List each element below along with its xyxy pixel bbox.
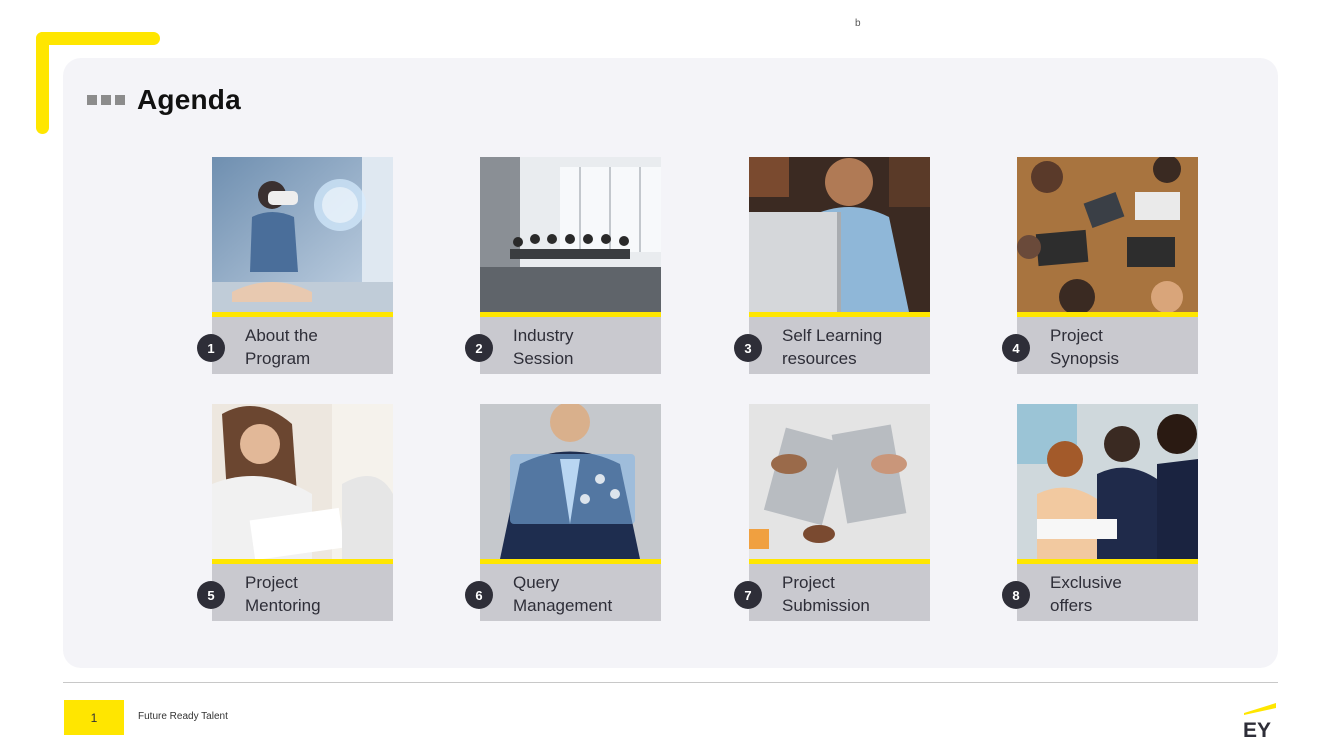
agenda-panel: Agenda About the Program 1 Industry Sess… xyxy=(63,58,1278,668)
title-row: Agenda xyxy=(87,84,241,116)
team-laptops-table-photo xyxy=(1017,157,1198,312)
title-squares-icon xyxy=(87,95,125,105)
card-number-badge: 5 xyxy=(197,581,225,609)
agenda-card-8[interactable]: Exclusive offers 8 xyxy=(1002,404,1198,621)
footer-text: Future Ready Talent xyxy=(138,711,228,722)
card-label: Project Synopsis xyxy=(1050,326,1119,368)
hands-typing-laptops-photo xyxy=(749,404,930,559)
card-label: About the Program xyxy=(245,326,318,368)
ey-logo-icon: EY xyxy=(1240,700,1280,742)
card-number-badge: 4 xyxy=(1002,334,1030,362)
agenda-card-7[interactable]: Project Submission 7 xyxy=(734,404,930,621)
card-number-badge: 7 xyxy=(734,581,762,609)
students-studying-photo xyxy=(1017,404,1198,559)
card-number-badge: 1 xyxy=(197,334,225,362)
page-number-badge: 1 xyxy=(64,700,124,735)
agenda-card-2[interactable]: Industry Session 2 xyxy=(465,157,661,374)
man-laptop-smiling-photo xyxy=(749,157,930,312)
svg-text:EY: EY xyxy=(1243,719,1271,740)
agenda-card-3[interactable]: Self Learning resources 3 xyxy=(734,157,930,374)
card-number-badge: 3 xyxy=(734,334,762,362)
conference-room-meeting-photo xyxy=(480,157,661,312)
card-number-badge: 2 xyxy=(465,334,493,362)
card-label: Industry Session xyxy=(513,326,574,368)
card-number-badge: 6 xyxy=(465,581,493,609)
card-label: Project Submission xyxy=(782,573,870,615)
card-label: Self Learning resources xyxy=(782,326,883,368)
agenda-card-4[interactable]: Project Synopsis 4 xyxy=(1002,157,1198,374)
child-vr-headset-photo xyxy=(212,157,393,312)
card-number-badge: 8 xyxy=(1002,581,1030,609)
agenda-card-1[interactable]: About the Program 1 xyxy=(197,157,393,374)
card-label: Exclusive offers xyxy=(1050,573,1122,615)
woman-writing-documents-photo xyxy=(212,404,393,559)
agenda-card-6[interactable]: Query Management 6 xyxy=(465,404,661,621)
card-label: Query Management xyxy=(513,573,613,615)
page-title: Agenda xyxy=(137,84,241,115)
agenda-card-5[interactable]: Project Mentoring 5 xyxy=(197,404,393,621)
businessman-virtual-screen-photo xyxy=(480,404,661,559)
card-label: Project Mentoring xyxy=(245,573,321,615)
footer-divider xyxy=(63,682,1278,683)
cursor-mark: b xyxy=(855,18,861,29)
